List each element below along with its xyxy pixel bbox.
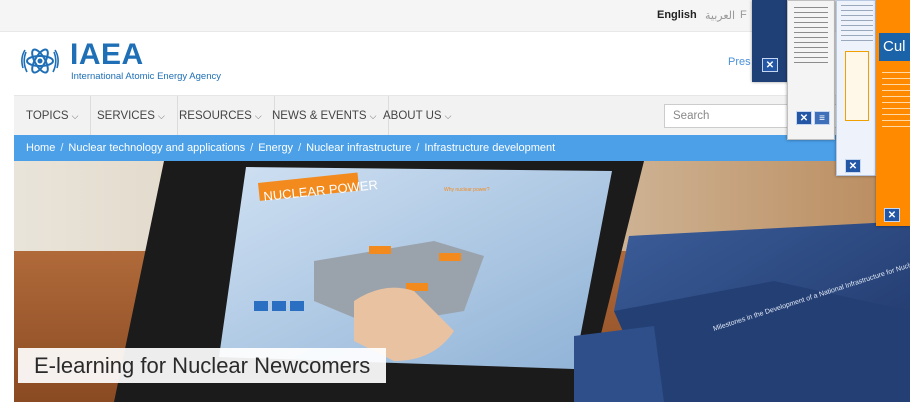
nav-label: NEWS & EVENTS: [272, 110, 367, 122]
menu-icon[interactable]: ≡: [814, 111, 830, 125]
popup-text-lines: [882, 72, 910, 132]
breadcrumb-separator: /: [60, 142, 64, 154]
press-link[interactable]: Pres: [728, 56, 751, 68]
chevron-down-icon: ⌵: [444, 111, 452, 121]
hero-banner: NUCLEAR POWER Why nuclear power? Milesto…: [14, 161, 910, 402]
language-next-link[interactable]: F: [740, 9, 747, 21]
breadcrumb-separator: /: [416, 142, 420, 154]
nav-label: RESOURCES: [179, 110, 252, 122]
laptop-subheading: Why nuclear power?: [444, 187, 490, 193]
nav-services[interactable]: SERVICES ⌵: [85, 96, 178, 136]
breadcrumb-separator: /: [298, 142, 302, 154]
breadcrumb-separator: /: [250, 142, 254, 154]
popup-window[interactable]: ✕: [836, 0, 876, 176]
popup-window[interactable]: ✕ ≡: [787, 0, 835, 140]
nav-label: SERVICES: [97, 110, 155, 122]
breadcrumb-infrastructure-development[interactable]: Infrastructure development: [424, 142, 555, 154]
language-arabic-link[interactable]: العربية: [705, 9, 735, 22]
popup-title: Cul: [879, 33, 910, 61]
chevron-down-icon: ⌵: [157, 111, 165, 121]
logo-subtitle: International Atomic Energy Agency: [71, 71, 221, 82]
close-icon[interactable]: ✕: [845, 159, 861, 173]
nav-label: ABOUT US: [383, 110, 442, 122]
language-english-link[interactable]: English: [657, 9, 697, 21]
popup-window[interactable]: Cul ✕: [876, 0, 910, 226]
breadcrumb: Home / Nuclear technology and applications…: [14, 135, 910, 161]
iaea-logo-icon[interactable]: [17, 38, 63, 84]
close-icon[interactable]: ✕: [796, 111, 812, 125]
breadcrumb-energy[interactable]: Energy: [258, 142, 293, 154]
breadcrumb-home[interactable]: Home: [26, 142, 55, 154]
main-navigation: TOPICS ⌵ SERVICES ⌵ RESOURCES ⌵ NEWS & EVEN…: [14, 95, 910, 136]
close-icon[interactable]: ✕: [762, 58, 778, 72]
breadcrumb-nuclear-technology[interactable]: Nuclear technology and applications: [68, 142, 245, 154]
logo-title[interactable]: IAEA: [70, 40, 144, 70]
chevron-down-icon: ⌵: [71, 111, 79, 121]
nav-resources[interactable]: RESOURCES ⌵: [167, 96, 275, 136]
hero-caption: E-learning for Nuclear Newcomers: [18, 348, 387, 383]
close-icon[interactable]: ✕: [884, 208, 900, 222]
popup-text-lines: [841, 5, 873, 41]
nav-about-us[interactable]: ABOUT US ⌵: [371, 96, 463, 136]
popup-panel: [845, 51, 869, 121]
nav-topics[interactable]: TOPICS ⌵: [14, 96, 92, 136]
popup-text-lines: [794, 7, 828, 67]
nav-news-events[interactable]: NEWS & EVENTS ⌵: [260, 96, 390, 136]
nav-label: TOPICS: [26, 110, 69, 122]
breadcrumb-nuclear-infrastructure[interactable]: Nuclear infrastructure: [306, 142, 411, 154]
